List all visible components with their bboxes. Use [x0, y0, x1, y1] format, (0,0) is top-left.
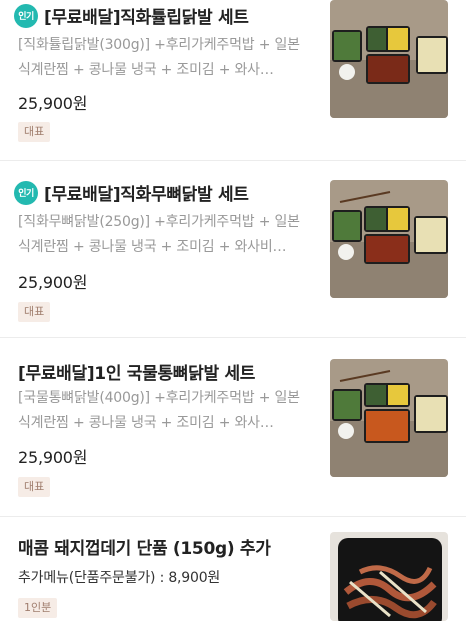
boneless-chicken-feet-set-photo — [330, 180, 448, 298]
menu-item-price: 25,900원 — [18, 273, 88, 292]
pork-skin-photo — [330, 532, 448, 621]
menu-item-description: [직화튤립닭발(300g)] +후리가케주먹밥 + 일본식계란찜 + 콩나물 냉… — [18, 37, 300, 78]
menu-item-description: 추가메뉴(단품주문불가) : 8,900원 — [18, 570, 221, 586]
popular-badge: 인기 — [14, 180, 38, 205]
menu-item-title: [무료배달]1인 국물통뼈닭발 세트 — [18, 364, 256, 384]
soup-chicken-feet-set-photo — [330, 359, 448, 477]
menu-item-description: [국물통뼈닭발(400g)] +후리가케주먹밥 + 일본식계란찜 + 콩나물 냉… — [18, 390, 300, 431]
menu-item-title: [무료배달]직화튤립닭발 세트 — [44, 8, 249, 28]
menu-item[interactable]: [무료배달]1인 국물통뼈닭발 세트 [국물통뼈닭발(400g)] +후리가케주… — [0, 337, 466, 516]
chicken-feet-set-photo — [330, 0, 448, 118]
menu-item[interactable]: 인기 [무료배달]직화튤립닭발 세트 [직화튤립닭발(300g)] +후리가케주… — [0, 0, 466, 160]
popular-badge: 인기 — [14, 3, 38, 28]
menu-item-tag: 대표 — [18, 477, 51, 497]
menu-item[interactable]: 인기 [무료배달]직화무뼈닭발 세트 [직화무뼈닭발(250g)] +후리가케주… — [0, 160, 466, 337]
menu-item-tag: 대표 — [18, 302, 51, 322]
menu-item-tag: 1인분 — [18, 598, 58, 618]
menu-item-title: 매콤 돼지껍데기 단품 (150g) 추가 — [18, 539, 271, 559]
menu-item-price: 25,900원 — [18, 448, 88, 467]
menu-item-title: [무료배달]직화무뼈닭발 세트 — [44, 185, 249, 205]
menu-item-tag: 대표 — [18, 122, 51, 142]
menu-item-description: [직화무뼈닭발(250g)] +후리가케주먹밥 + 일본식계란찜 + 콩나물 냉… — [18, 214, 300, 255]
menu-item[interactable]: 매콤 돼지껍데기 단품 (150g) 추가 추가메뉴(단품주문불가) : 8,9… — [0, 516, 466, 621]
menu-item-price: 25,900원 — [18, 94, 88, 113]
